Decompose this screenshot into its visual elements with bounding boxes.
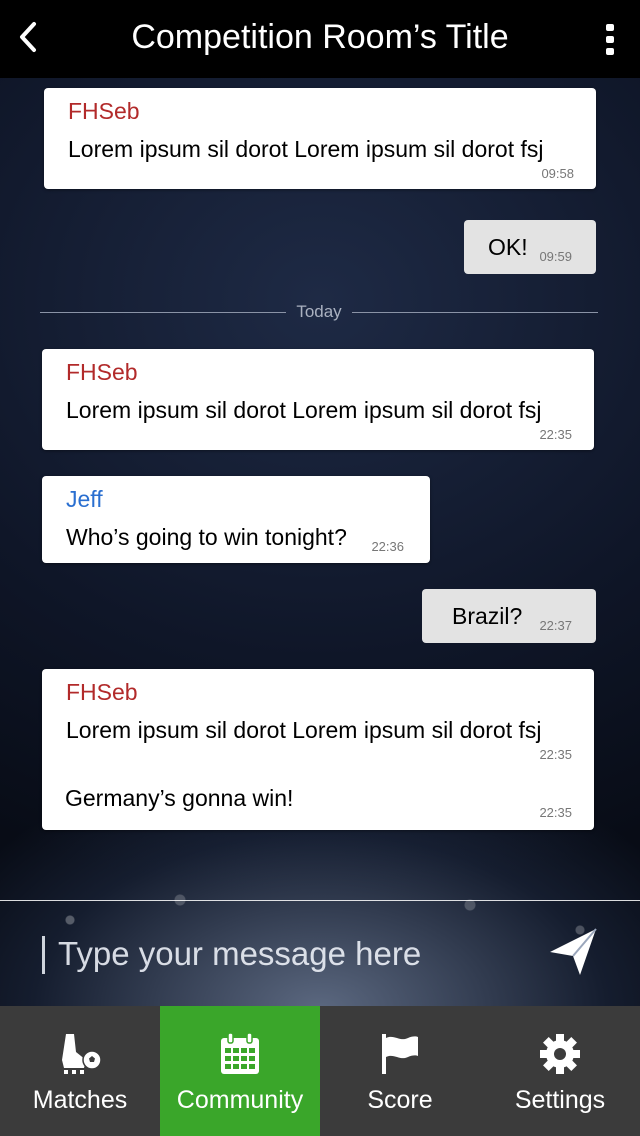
- tab-label: Community: [176, 1086, 304, 1114]
- message-author: FHSeb: [68, 98, 140, 124]
- calendar-icon: [221, 1032, 259, 1074]
- message-text: Who’s going to win tonight?: [66, 524, 347, 550]
- message-text: OK!: [488, 234, 528, 260]
- chat-message: FHSeb Lorem ipsum sil dorot Lorem ipsum …: [44, 88, 596, 189]
- text-cursor: [42, 936, 45, 974]
- message-author: FHSeb: [66, 679, 138, 705]
- page-title: Competition Room’s Title: [131, 18, 509, 56]
- send-icon: [550, 928, 597, 975]
- message-author: Jeff: [66, 486, 103, 512]
- flag-icon: [382, 1034, 418, 1074]
- tab-settings[interactable]: Settings: [480, 1006, 640, 1136]
- soccer-boot-icon: [62, 1034, 102, 1074]
- more-vertical-icon: [606, 24, 614, 55]
- chevron-left-icon: [20, 22, 36, 52]
- back-button[interactable]: [10, 14, 50, 60]
- message-time: 22:35: [539, 427, 572, 442]
- date-divider: Today: [40, 300, 598, 324]
- message-text: Lorem ipsum sil dorot Lorem ipsum sil do…: [66, 717, 542, 743]
- message-time: 22:36: [371, 539, 404, 554]
- message-time: 09:59: [539, 249, 572, 264]
- message-text: Brazil?: [452, 603, 523, 629]
- message-time: 09:58: [541, 166, 574, 181]
- message-text: Germany’s gonna win!: [65, 785, 294, 811]
- tab-matches[interactable]: Matches: [0, 1006, 160, 1136]
- more-options-button[interactable]: [598, 20, 622, 60]
- message-input[interactable]: [50, 929, 536, 979]
- chat-message: Jeff Who’s going to win tonight? 22:36: [42, 476, 430, 563]
- tab-label: Settings: [514, 1086, 606, 1114]
- tab-label: Matches: [32, 1086, 128, 1114]
- message-time: 22:35: [539, 747, 572, 762]
- tab-score[interactable]: Score: [320, 1006, 480, 1136]
- chat-message: FHSeb Lorem ipsum sil dorot Lorem ipsum …: [42, 349, 594, 450]
- gear-icon: [540, 1034, 580, 1074]
- tab-bar: Matches Community Score Settings: [0, 1006, 640, 1136]
- message-text: Lorem ipsum sil dorot Lorem ipsum sil do…: [68, 136, 544, 162]
- message-time: 22:35: [539, 805, 572, 820]
- divider-line: [352, 312, 598, 313]
- message-time: 22:37: [539, 618, 572, 633]
- own-message: Brazil? 22:37: [422, 589, 596, 643]
- send-button[interactable]: [546, 925, 602, 979]
- tab-label: Score: [367, 1086, 433, 1114]
- chat-message: FHSeb Lorem ipsum sil dorot Lorem ipsum …: [42, 669, 594, 830]
- message-author: FHSeb: [66, 359, 138, 385]
- message-composer: [0, 900, 640, 1007]
- app-header: Competition Room’s Title: [0, 0, 640, 78]
- tab-community[interactable]: Community: [160, 1006, 320, 1136]
- own-message: OK! 09:59: [464, 220, 596, 274]
- message-text: Lorem ipsum sil dorot Lorem ipsum sil do…: [66, 397, 542, 423]
